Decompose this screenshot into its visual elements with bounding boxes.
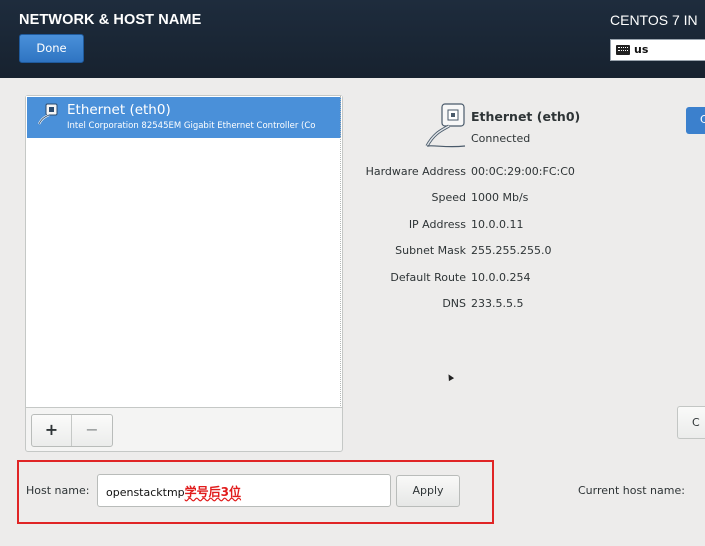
hostname-annotation: 学号后3位: [184, 485, 242, 499]
done-button[interactable]: Done: [19, 34, 84, 63]
device-row-eth0[interactable]: Ethernet (eth0) Intel Corporation 82545E…: [27, 97, 341, 138]
add-device-button[interactable]: +: [32, 415, 72, 446]
device-list: Ethernet (eth0) Intel Corporation 82545E…: [26, 96, 342, 408]
ip-address-label: IP Address: [408, 218, 466, 231]
device-description: Intel Corporation 82545EM Gigabit Ethern…: [67, 121, 316, 131]
header-bar: NETWORK & HOST NAME Done CENTOS 7 IN us: [0, 0, 705, 78]
default-route-value: 10.0.0.254: [471, 271, 531, 284]
subnet-mask-label: Subnet Mask: [395, 244, 466, 257]
device-name: Ethernet (eth0): [67, 102, 171, 118]
configure-button-label: C: [692, 416, 700, 429]
hostname-label: Host name:: [26, 484, 90, 497]
dns-label: DNS: [442, 297, 466, 310]
list-scrollbar[interactable]: [340, 96, 342, 407]
subnet-mask-value: 255.255.255.0: [471, 244, 552, 257]
keyboard-layout-label: us: [634, 43, 649, 56]
dns-value: 233.5.5.5: [471, 297, 524, 310]
hardware-address-label: Hardware Address: [365, 165, 466, 178]
configure-button[interactable]: C: [677, 406, 705, 439]
ip-address-value: 10.0.0.11: [471, 218, 524, 231]
device-list-toolbar: + −: [31, 414, 113, 447]
ethernet-icon: [425, 103, 466, 148]
speed-value: 1000 Mb/s: [471, 191, 529, 204]
hostname-value: openstacktmp: [106, 486, 185, 499]
hostname-input[interactable]: openstacktmp学号后3位: [97, 474, 391, 507]
device-list-panel: Ethernet (eth0) Intel Corporation 82545E…: [25, 95, 343, 452]
hardware-address-value: 00:0C:29:00:FC:C0: [471, 165, 575, 178]
remove-device-button[interactable]: −: [72, 415, 112, 446]
keyboard-layout-indicator[interactable]: us: [610, 39, 705, 61]
default-route-label: Default Route: [390, 271, 466, 284]
product-title: CENTOS 7 IN: [610, 12, 698, 28]
device-status: Connected: [471, 132, 531, 145]
speed-label: Speed: [431, 191, 466, 204]
connection-toggle-button[interactable]: C: [686, 107, 705, 134]
apply-button[interactable]: Apply: [396, 475, 460, 507]
mouse-cursor-icon: [445, 372, 455, 382]
hostname-input-value: openstacktmp学号后3位: [106, 483, 241, 500]
page-title: NETWORK & HOST NAME: [19, 12, 202, 28]
current-hostname-label: Current host name:: [578, 484, 685, 497]
ethernet-icon: [38, 103, 58, 125]
connection-toggle-label: C: [700, 113, 705, 126]
keyboard-icon: [616, 45, 630, 55]
device-detail-name: Ethernet (eth0): [471, 109, 581, 124]
